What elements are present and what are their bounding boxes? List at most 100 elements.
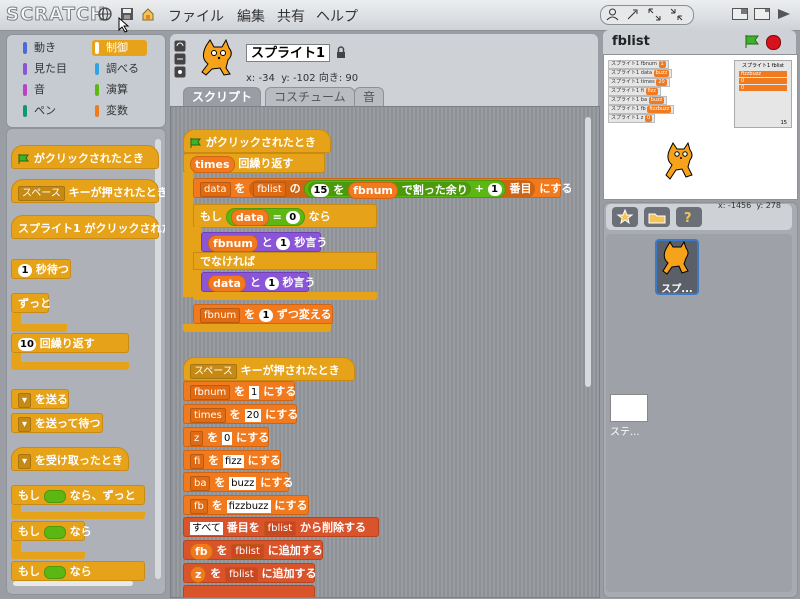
layout-normal-icon[interactable] <box>732 8 748 23</box>
palette-block-if-else[interactable]: もし なら <box>11 561 145 581</box>
variable-monitor[interactable]: スプライト1 fb fizzbuzz <box>608 105 675 114</box>
question-mark-icon: ? <box>684 211 692 226</box>
category-variables[interactable]: 変数 <box>92 103 147 119</box>
script1-change-fbnum-block[interactable]: fbnum を 1 ずつ変える <box>193 304 333 324</box>
sprite-thumbnail-cat-icon <box>196 38 240 81</box>
script1-repeat-block[interactable]: times 回繰り返す <box>183 153 325 173</box>
stop-button[interactable] <box>766 35 781 50</box>
green-flag-button[interactable] <box>744 35 760 51</box>
tab-scripts[interactable]: スクリプト <box>183 87 262 107</box>
variable-monitor[interactable]: スプライト1 fbnum 1 <box>608 60 669 69</box>
palette-horizontal-scrollbar[interactable] <box>13 581 133 586</box>
variable-monitor[interactable]: スプライト1 z 0 <box>608 114 656 123</box>
script2-delete-all[interactable]: すべて 番目を fblist から削除する <box>183 517 379 537</box>
folder-star-icon <box>648 213 666 224</box>
palette-block-receive[interactable]: ▾ を受け取ったとき <box>11 447 129 471</box>
menu-help[interactable]: ヘルプ <box>316 6 358 26</box>
menu-share[interactable]: 共有 <box>277 6 305 26</box>
duplicate-icon[interactable] <box>626 8 639 24</box>
palette-block-key-pressed[interactable]: スペース キーが押されたとき <box>11 179 165 203</box>
menu-file[interactable]: ファイル <box>168 6 224 26</box>
sprite-name-input[interactable]: スプライト1 <box>246 44 330 62</box>
script-scrollbar[interactable] <box>585 117 591 387</box>
category-sound[interactable]: 音 <box>20 82 75 98</box>
script2-set-times[interactable]: times を 20 にする <box>183 404 298 424</box>
repeat-bottom <box>183 324 331 332</box>
list-item: 0 <box>739 78 787 84</box>
palette-block-if[interactable]: もし なら <box>11 521 92 541</box>
script1-if-else-block[interactable]: もし data = 0 なら <box>193 204 377 228</box>
stage-thumbnail[interactable] <box>610 394 648 422</box>
palette-block-if-forever[interactable]: もし なら、ずっと <box>11 485 145 505</box>
variable-monitor[interactable]: スプライト1 times 20 <box>608 78 670 87</box>
script2-key-pressed-hat[interactable]: スペース キーが押されたとき <box>183 357 355 381</box>
paintbrush-star-icon <box>616 208 634 225</box>
script1-green-flag-hat[interactable]: がクリックされたとき <box>183 129 331 153</box>
palette-scrollbar[interactable] <box>155 139 161 579</box>
category-sensing[interactable]: 調べる <box>92 61 147 77</box>
script2-next-block[interactable] <box>183 585 315 597</box>
presentation-mode-icon[interactable] <box>776 8 792 23</box>
palette-block-sprite-clicked[interactable]: スプライト1 がクリックされたとき <box>11 215 165 239</box>
forever-bottom <box>11 324 67 332</box>
lock-icon[interactable] <box>336 46 346 62</box>
palette-block-wait[interactable]: 1 秒待つ <box>11 259 71 279</box>
palette-block-green-flag[interactable]: がクリックされたとき <box>11 145 159 169</box>
script1-else-label: でなければ <box>193 252 377 270</box>
if-else-bottom <box>193 292 377 300</box>
scratch-logo: SCRATCH <box>5 4 107 26</box>
grow-icon[interactable] <box>648 8 661 24</box>
script-area[interactable]: がクリックされたとき times 回繰り返す data を fblist の 1… <box>170 106 600 598</box>
rotation-style-icons[interactable] <box>174 40 186 81</box>
if-bottom <box>11 552 85 559</box>
variable-monitor[interactable]: スプライト1 ba buzz <box>608 96 668 105</box>
script1-say-fbnum-block[interactable]: fbnum と 1 秒言う <box>201 232 327 252</box>
stage-canvas[interactable]: スプライト1 fbnum 1 スプライト1 data buzz スプライト1 tim… <box>603 54 798 200</box>
list-monitor-length: 15 <box>780 120 787 126</box>
paint-new-sprite-button[interactable] <box>612 207 638 227</box>
script2-set-ba[interactable]: ba を buzz にする <box>183 472 293 492</box>
share-icon[interactable] <box>141 7 155 21</box>
if-forever-bottom <box>11 512 145 519</box>
surprise-sprite-button[interactable]: ? <box>676 207 702 227</box>
sprite-coordinates: x: -34 y: -102 向き: 90 <box>246 73 359 84</box>
palette-block-forever[interactable]: ずっと <box>11 293 51 313</box>
sprite1-label: スプ... <box>661 284 693 295</box>
category-operators[interactable]: 演算 <box>92 82 147 98</box>
script2-set-fbnum[interactable]: fbnum を 1 にする <box>183 381 296 401</box>
palette-block-broadcast[interactable]: ▾ を送る <box>11 389 69 409</box>
script2-set-fb[interactable]: fb を fizzbuzz にする <box>183 495 309 515</box>
stage-label: ステ... <box>610 427 640 438</box>
category-motion[interactable]: 動き <box>20 40 75 56</box>
layout-small-icon[interactable] <box>754 8 770 23</box>
sprite-thumbnail-sprite1[interactable]: スプ... <box>655 239 699 295</box>
category-pen[interactable]: ペン <box>20 103 75 119</box>
project-title: fblist <box>612 34 650 49</box>
stage-mouse-coordinates: x: -1456 y: 278 <box>718 201 781 210</box>
list-item: 0 <box>739 85 787 91</box>
menu-edit[interactable]: 編集 <box>237 6 265 26</box>
repeat-bottom <box>11 362 129 370</box>
stage-cat-sprite[interactable] <box>662 141 698 192</box>
palette-block-repeat[interactable]: 10 回繰り返す <box>11 333 129 353</box>
variable-monitor[interactable]: スプライト1 data buzz <box>608 69 673 78</box>
shrink-icon[interactable] <box>670 8 683 24</box>
globe-icon[interactable] <box>98 7 112 21</box>
person-icon[interactable] <box>606 8 619 24</box>
tab-costumes[interactable]: コスチューム <box>265 87 355 107</box>
choose-sprite-from-file-button[interactable] <box>644 207 670 227</box>
list-monitor-fblist[interactable]: スプライト1 fblist fizzbuzz 0 0 15 <box>734 60 792 128</box>
svg-text:?: ? <box>684 211 692 226</box>
tab-sounds[interactable]: 音 <box>354 87 385 107</box>
script2-set-z[interactable]: z を 0 にする <box>183 427 269 447</box>
script2-add-z[interactable]: z を fblist に追加する <box>183 563 317 583</box>
variable-monitor[interactable]: スプライト1 fi fizz <box>608 87 661 96</box>
category-looks[interactable]: 見た目 <box>20 61 75 77</box>
palette-block-broadcast-wait[interactable]: ▾ を送って待つ <box>11 413 103 433</box>
category-control[interactable]: 制御 <box>92 40 147 56</box>
list-item: fizzbuzz <box>739 71 787 77</box>
script2-set-fi[interactable]: fi を fizz にする <box>183 450 281 470</box>
script1-set-data-block[interactable]: data を fblist の 15 を fbnum で割った余り + 1 番目… <box>193 178 572 199</box>
script2-add-fb[interactable]: fb を fblist に追加する <box>183 540 323 560</box>
script1-say-data-block[interactable]: data と 1 秒言う <box>201 272 316 292</box>
